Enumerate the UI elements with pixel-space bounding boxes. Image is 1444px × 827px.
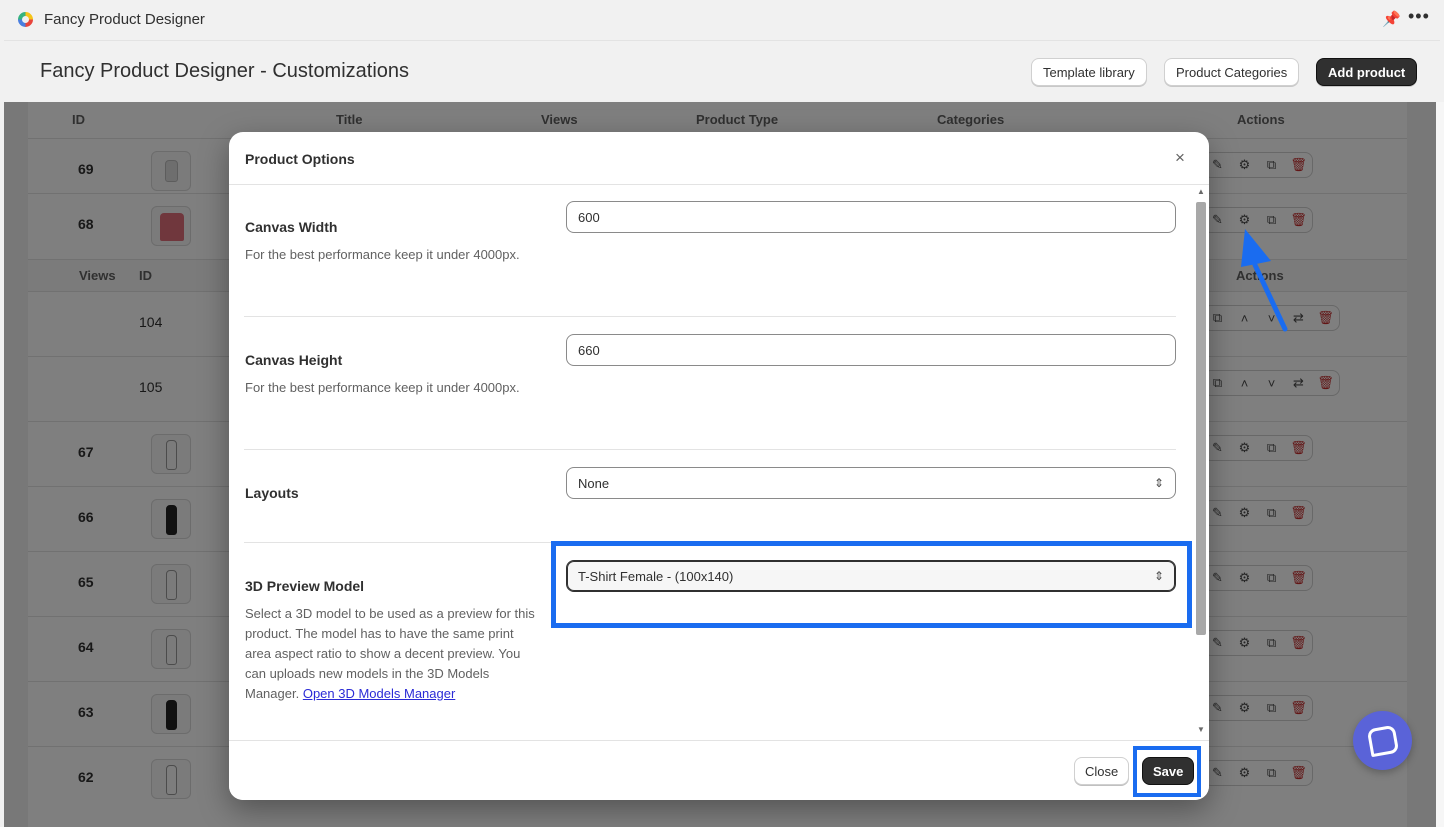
page-header: Fancy Product Designer - Customizations … bbox=[4, 40, 1440, 102]
canvas-height-help: For the best performance keep it under 4… bbox=[245, 380, 520, 395]
product-options-modal: Product Options × Canvas Width For the b… bbox=[229, 132, 1209, 800]
modal-footer: Close Save bbox=[229, 740, 1209, 800]
divider bbox=[244, 449, 1176, 450]
add-product-button[interactable]: Add product bbox=[1316, 58, 1418, 86]
scroll-down-icon[interactable]: ▼ bbox=[1197, 725, 1205, 734]
canvas-height-input[interactable] bbox=[566, 334, 1176, 366]
modal-title: Product Options bbox=[245, 151, 355, 167]
modal-header: Product Options × bbox=[229, 132, 1209, 185]
app-logo-icon bbox=[18, 12, 33, 27]
template-library-button[interactable]: Template library bbox=[1031, 58, 1147, 86]
modal-body: Canvas Width For the best performance ke… bbox=[229, 185, 1194, 740]
canvas-height-label: Canvas Height bbox=[245, 352, 343, 368]
pin-icon[interactable]: 📌 bbox=[1382, 10, 1401, 28]
product-categories-button[interactable]: Product Categories bbox=[1164, 58, 1300, 86]
chat-support-button[interactable] bbox=[1353, 711, 1412, 770]
canvas-width-help: For the best performance keep it under 4… bbox=[245, 247, 520, 262]
annotation-arrow-icon bbox=[1241, 229, 1288, 332]
layouts-selected-value: None bbox=[578, 475, 610, 491]
preview-model-label: 3D Preview Model bbox=[245, 578, 365, 594]
divider bbox=[244, 316, 1176, 317]
scroll-up-icon[interactable]: ▲ bbox=[1197, 187, 1205, 196]
canvas-width-input[interactable] bbox=[566, 201, 1176, 233]
layouts-label: Layouts bbox=[245, 485, 299, 501]
close-button[interactable]: Close bbox=[1074, 757, 1130, 785]
save-button[interactable]: Save bbox=[1142, 757, 1195, 785]
close-icon[interactable]: × bbox=[1175, 148, 1185, 168]
app-name: Fancy Product Designer bbox=[44, 11, 205, 28]
app-topbar: Fancy Product Designer 📌 ••• bbox=[0, 0, 1444, 40]
modal-scrollbar[interactable]: ▲ ▼ bbox=[1194, 185, 1209, 740]
canvas-width-label: Canvas Width bbox=[245, 219, 338, 235]
layouts-select[interactable]: None ⇕ bbox=[566, 467, 1176, 499]
page-title: Fancy Product Designer - Customizations bbox=[40, 60, 410, 82]
open-3d-models-manager-link[interactable]: Open 3D Models Manager bbox=[303, 686, 455, 701]
scroll-thumb[interactable] bbox=[1196, 202, 1206, 635]
annotation-highlight-box bbox=[551, 541, 1192, 628]
select-chevron-icon: ⇕ bbox=[1153, 476, 1164, 490]
page-scrollbar[interactable] bbox=[1436, 102, 1444, 827]
more-options-icon[interactable]: ••• bbox=[1408, 6, 1430, 27]
chat-icon bbox=[1366, 724, 1399, 757]
preview-model-help: Select a 3D model to be used as a previe… bbox=[245, 604, 535, 704]
